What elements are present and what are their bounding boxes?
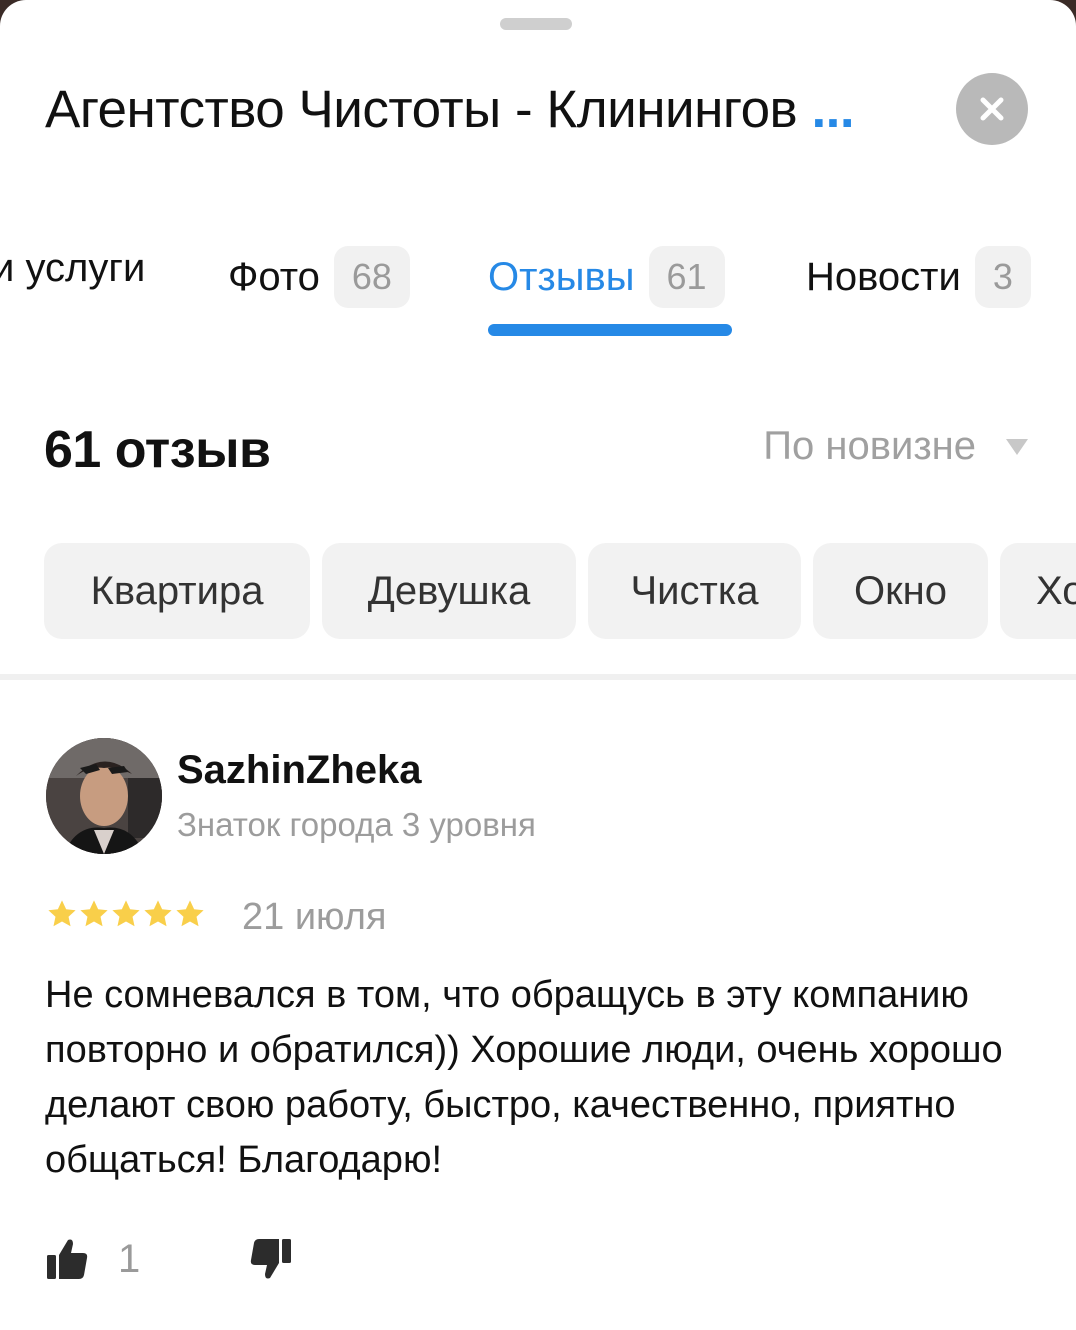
tab-label: Фото [228, 254, 320, 299]
tab-label: и услуги [0, 246, 146, 290]
tab-photos[interactable]: Фото 68 [228, 246, 410, 308]
star-icon [144, 900, 172, 927]
star-icon [176, 900, 204, 927]
author-level: Знаток города 3 уровня [177, 806, 536, 843]
chip-window[interactable]: Окно [813, 543, 988, 639]
section-divider [0, 674, 1076, 680]
chevron-down-icon [1006, 438, 1028, 455]
thumbs-down-icon [250, 1239, 291, 1279]
chip-label: Окно [854, 568, 947, 613]
chip-cleaning[interactable]: Чистка [588, 543, 801, 639]
sheet-drag-handle[interactable] [500, 18, 572, 30]
star-icon [48, 900, 76, 927]
sort-label: По новизне [763, 424, 976, 468]
tab-bar: и услуги Фото 68 Отзывы 61 Новости 3 [0, 240, 1076, 340]
active-tab-indicator [488, 324, 732, 336]
chip-label: Чистка [630, 568, 759, 613]
review-text: Не сомневался в том, что обращусь в эту … [45, 974, 1003, 1181]
dislike-button[interactable] [248, 1236, 294, 1287]
sort-dropdown[interactable]: По новизне [763, 424, 1028, 469]
close-icon [980, 97, 1004, 121]
chip-apartment[interactable]: Квартира [44, 543, 310, 639]
keyword-chips: Квартира Девушка Чистка Окно Хо [0, 543, 1076, 641]
chip-label: Хо [1036, 568, 1076, 613]
tab-services[interactable]: и услуги [0, 246, 145, 291]
bottom-sheet: Агентство Чистоты - Клинингов ... и услу… [0, 0, 1076, 1330]
chip-girl[interactable]: Девушка [322, 543, 576, 639]
rating-stars [46, 898, 206, 930]
chip-partial[interactable]: Хо [1000, 543, 1076, 639]
avatar[interactable] [46, 738, 162, 854]
title-more[interactable]: ... [811, 80, 854, 139]
tab-news[interactable]: Новости 3 [806, 246, 1031, 308]
chip-label: Квартира [90, 568, 264, 613]
tab-count-badge: 61 [648, 246, 725, 308]
title-text: Агентство Чистоты - Клинингов [45, 80, 798, 139]
tab-count-badge: 68 [333, 246, 410, 308]
chip-label: Девушка [367, 568, 531, 613]
review-date: 21 июля [242, 896, 387, 938]
tab-label: Новости [806, 254, 961, 299]
tab-reviews[interactable]: Отзывы 61 [488, 246, 725, 308]
close-button[interactable] [956, 73, 1028, 145]
like-count: 1 [118, 1236, 141, 1281]
star-icon [112, 900, 140, 927]
star-icon [80, 900, 108, 927]
reviews-count: 61 отзыв [44, 421, 271, 479]
tab-count-badge: 3 [974, 246, 1031, 308]
like-button[interactable]: 1 [44, 1236, 140, 1282]
review-author[interactable]: SazhinZheka [177, 748, 422, 793]
thumbs-up-icon [47, 1239, 88, 1279]
page-title: Агентство Чистоты - Клинингов ... [45, 76, 905, 144]
avatar-image [46, 738, 162, 854]
tab-label: Отзывы [488, 254, 635, 299]
